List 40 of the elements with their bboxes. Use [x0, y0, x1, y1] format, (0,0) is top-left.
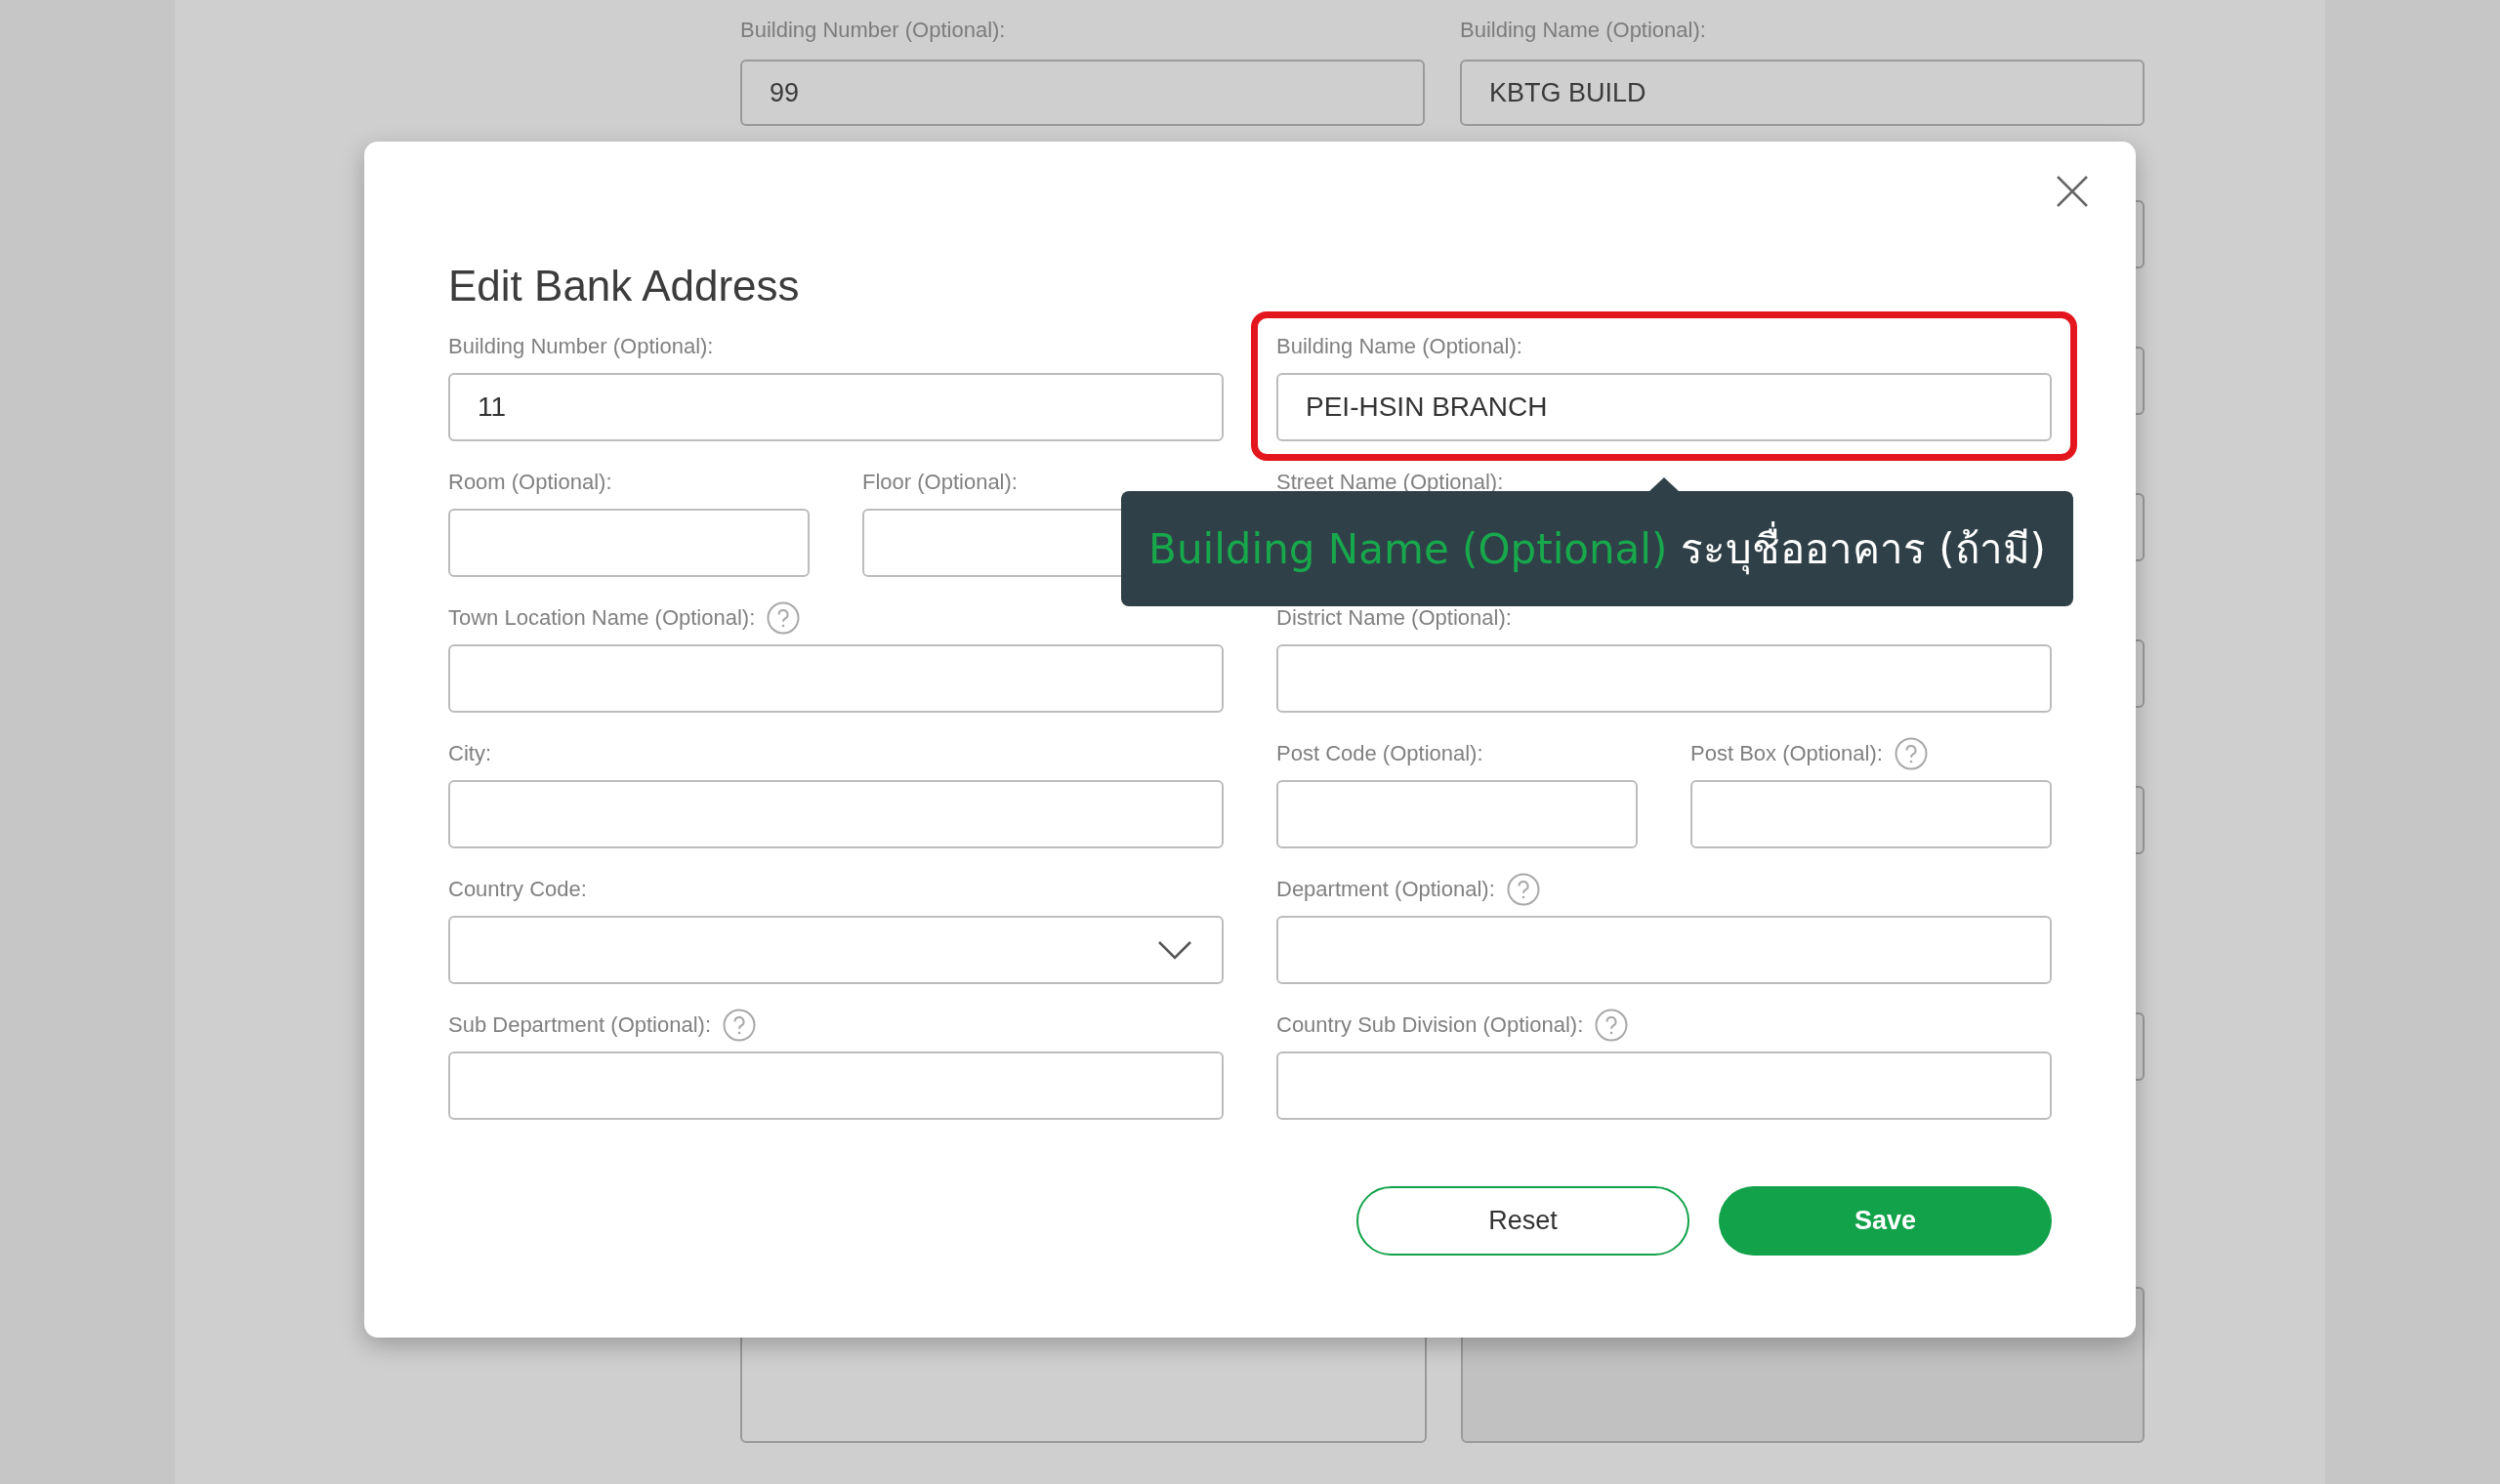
text-input-field[interactable]: PEI-HSIN BRANCH [1276, 373, 2052, 441]
field-label: Town Location Name (Optional): [448, 605, 756, 631]
field-label: Sub Department (Optional): [448, 1012, 712, 1038]
text-input-field[interactable] [1276, 916, 2052, 984]
help-icon[interactable] [1506, 873, 1540, 906]
field-label: Building Name (Optional): [1460, 18, 1706, 43]
help-icon[interactable] [1595, 1009, 1629, 1042]
tooltip-text: Building Name (Optional) ระบุชื่ออาคาร (ถ้ามี) [1148, 516, 2046, 581]
text-input-field[interactable]: 99 [740, 60, 1425, 126]
field-label: Department (Optional): [1276, 877, 1495, 902]
country-code-dropdown[interactable] [448, 916, 1224, 984]
help-icon[interactable] [723, 1009, 757, 1042]
field-label: Country Code: [448, 877, 587, 902]
help-icon[interactable] [1894, 737, 1928, 770]
close-icon[interactable] [2056, 175, 2089, 208]
field-label: Building Number (Optional): [740, 18, 1006, 43]
field-label: Room (Optional): [448, 470, 612, 495]
field-label: Street Name (Optional): [1276, 470, 1504, 495]
field-label: Post Code (Optional): [1276, 741, 1483, 766]
text-input-field[interactable] [448, 509, 810, 577]
field-label: District Name (Optional): [1276, 605, 1512, 631]
text-input-field[interactable] [1276, 1051, 2052, 1120]
field-label: Post Box (Optional): [1690, 741, 1883, 766]
chevron-down-icon [1157, 940, 1192, 960]
field-label: City: [448, 741, 491, 766]
text-input-field[interactable] [1690, 780, 2052, 848]
text-input-field[interactable]: KBTG BUILD [1460, 60, 2145, 126]
dialog-title: Edit Bank Address [448, 262, 800, 310]
field-label: Country Sub Division (Optional): [1276, 1012, 1584, 1038]
text-input-field[interactable] [1276, 644, 2052, 713]
field-label: Building Name (Optional): [1276, 334, 1522, 359]
field-label: Building Number (Optional): [448, 334, 714, 359]
field-label: Floor (Optional): [862, 470, 1018, 495]
reset-button[interactable]: Reset [1356, 1186, 1689, 1256]
text-input-field[interactable]: 11 [448, 373, 1224, 441]
text-input-field[interactable] [1276, 780, 1638, 848]
help-icon[interactable] [767, 601, 801, 635]
text-input-field[interactable] [448, 780, 1224, 848]
text-input-field[interactable] [448, 644, 1224, 713]
text-input-field[interactable] [448, 1051, 1224, 1120]
